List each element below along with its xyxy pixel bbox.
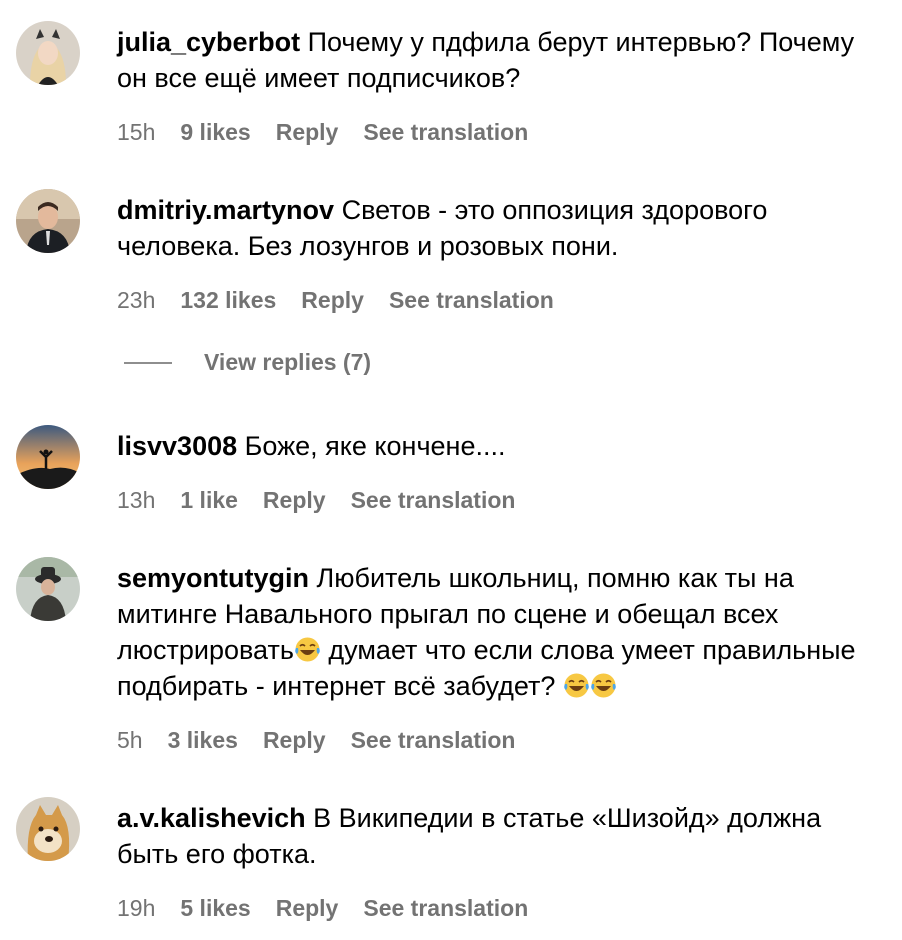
face-with-tears-of-joy-icon (563, 672, 590, 699)
replies-divider-line (124, 361, 172, 364)
likes-count[interactable]: 9 likes (180, 119, 250, 146)
comment-username[interactable]: dmitriy.martynov (117, 195, 334, 225)
likes-count[interactable]: 132 likes (180, 287, 276, 314)
view-replies-label: View replies (7) (204, 349, 372, 375)
likes-count[interactable]: 1 like (180, 487, 238, 514)
see-translation-button[interactable]: See translation (351, 487, 516, 514)
comment-time[interactable]: 15h (117, 119, 155, 146)
view-replies-button[interactable]: View replies (7) (124, 349, 371, 376)
face-with-tears-of-joy-icon (294, 636, 321, 663)
comment-time[interactable]: 13h (117, 487, 155, 514)
comment-time[interactable]: 5h (117, 727, 143, 754)
comment-username[interactable]: julia_cyberbot (117, 27, 300, 57)
user-avatar[interactable] (16, 557, 80, 621)
comment-username[interactable]: a.v.kalishevich (117, 803, 306, 833)
reply-button[interactable]: Reply (301, 287, 364, 314)
user-avatar[interactable] (16, 797, 80, 861)
reply-button[interactable]: Reply (263, 487, 326, 514)
see-translation-button[interactable]: See translation (363, 119, 528, 146)
likes-count[interactable]: 3 likes (168, 727, 238, 754)
comment-username[interactable]: lisvv3008 (117, 431, 237, 461)
face-with-tears-of-joy-icon (590, 672, 617, 699)
see-translation-button[interactable]: See translation (389, 287, 554, 314)
comment-username[interactable]: semyontutygin (117, 563, 309, 593)
comment-time[interactable]: 23h (117, 287, 155, 314)
see-translation-button[interactable]: See translation (363, 895, 528, 922)
likes-count[interactable]: 5 likes (180, 895, 250, 922)
user-avatar[interactable] (16, 21, 80, 85)
reply-button[interactable]: Reply (276, 895, 339, 922)
reply-button[interactable]: Reply (263, 727, 326, 754)
reply-button[interactable]: Reply (276, 119, 339, 146)
see-translation-button[interactable]: See translation (351, 727, 516, 754)
user-avatar[interactable] (16, 189, 80, 253)
comment-text: Боже, яке кончене.... (244, 431, 506, 461)
user-avatar[interactable] (16, 425, 80, 489)
comment-time[interactable]: 19h (117, 895, 155, 922)
